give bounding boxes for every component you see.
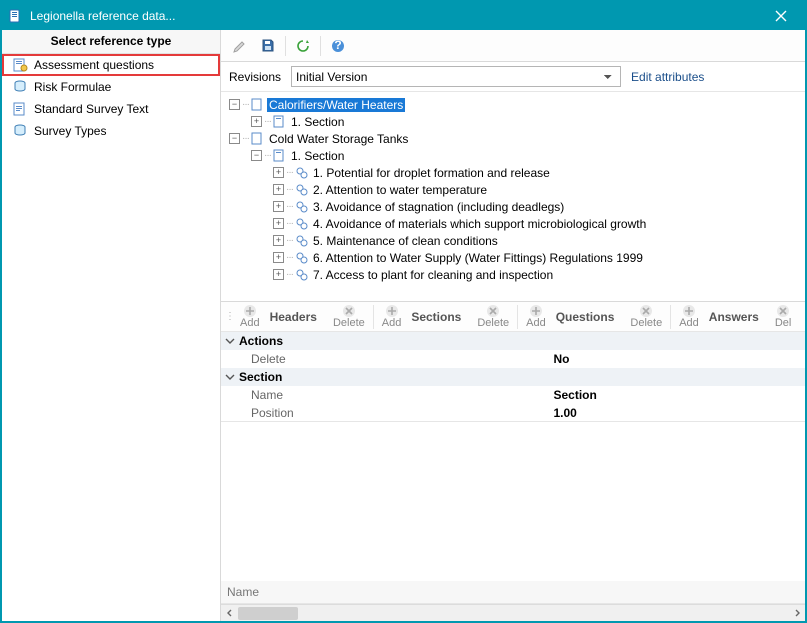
tree-view[interactable]: −···Calorifiers/Water Heaters +···1. Sec…: [221, 92, 805, 302]
collapse-icon[interactable]: −: [229, 99, 240, 110]
question-icon: [295, 166, 309, 180]
expand-icon[interactable]: +: [273, 269, 284, 280]
revisions-label: Revisions: [229, 70, 281, 84]
headers-title: Headers: [266, 310, 327, 324]
app-icon: [8, 8, 24, 24]
tree-node[interactable]: Calorifiers/Water Heaters: [267, 98, 405, 112]
tree-node[interactable]: 5. Maintenance of clean conditions: [311, 234, 500, 248]
separator: [517, 305, 518, 329]
questions-title: Questions: [552, 310, 625, 324]
scroll-track[interactable]: [238, 605, 788, 622]
collapse-icon[interactable]: −: [251, 150, 262, 161]
sidebar-item-label: Standard Survey Text: [34, 102, 149, 116]
chevron-down-icon: [225, 336, 235, 346]
scroll-thumb[interactable]: [238, 607, 298, 620]
toolbar-separator: [285, 36, 286, 56]
tree-node[interactable]: 1. Section: [289, 115, 346, 129]
bottom-grid: Name: [221, 422, 805, 621]
refresh-button[interactable]: [290, 34, 316, 58]
main-panel: ? Revisions Initial Version Edit attribu…: [221, 30, 805, 621]
command-strip: ⋮ Add Headers Delete Add Sections Delete…: [221, 302, 805, 332]
questions-icon: [12, 57, 28, 73]
expand-icon[interactable]: +: [251, 116, 262, 127]
headers-add-button[interactable]: Add: [234, 304, 266, 329]
question-icon: [295, 217, 309, 231]
grid-body[interactable]: [221, 422, 805, 581]
property-group-section[interactable]: Section: [221, 368, 805, 386]
tree-node[interactable]: 2. Attention to water temperature: [311, 183, 489, 197]
sidebar-item-risk-formulae[interactable]: Risk Formulae: [2, 76, 220, 98]
question-icon: [295, 200, 309, 214]
question-icon: [295, 234, 309, 248]
help-button[interactable]: ?: [325, 34, 351, 58]
save-button[interactable]: [255, 34, 281, 58]
sections-delete-button[interactable]: Delete: [471, 304, 515, 329]
tree-node[interactable]: 1. Potential for droplet formation and r…: [311, 166, 552, 180]
expand-icon[interactable]: +: [273, 167, 284, 178]
folder-icon: [251, 98, 265, 112]
collapse-icon[interactable]: −: [229, 133, 240, 144]
revisions-bar: Revisions Initial Version Edit attribute…: [221, 62, 805, 92]
scroll-right-icon[interactable]: [788, 605, 805, 622]
sidebar-header: Select reference type: [2, 30, 220, 54]
grid-column-header[interactable]: Name: [221, 581, 805, 604]
expand-icon[interactable]: +: [273, 235, 284, 246]
tree-node[interactable]: 3. Avoidance of stagnation (including de…: [311, 200, 566, 214]
tree-node[interactable]: 1. Section: [289, 149, 346, 163]
tree-node[interactable]: 7. Access to plant for cleaning and insp…: [311, 268, 555, 282]
questions-delete-button[interactable]: Delete: [624, 304, 668, 329]
sidebar: Select reference type Assessment questio…: [2, 30, 221, 621]
sidebar-item-assessment-questions[interactable]: Assessment questions: [2, 54, 220, 76]
sidebar-item-standard-survey-text[interactable]: Standard Survey Text: [2, 98, 220, 120]
grip-icon: ⋮: [225, 311, 234, 322]
tree-node[interactable]: 4. Avoidance of materials which support …: [311, 217, 648, 231]
tree-node[interactable]: 6. Attention to Water Supply (Water Fitt…: [311, 251, 645, 265]
expand-icon[interactable]: +: [273, 218, 284, 229]
question-icon: [295, 183, 309, 197]
separator: [373, 305, 374, 329]
edit-attributes-link[interactable]: Edit attributes: [631, 70, 704, 84]
expand-icon[interactable]: +: [273, 252, 284, 263]
property-row[interactable]: Position1.00: [221, 404, 805, 422]
titlebar: Legionella reference data...: [2, 2, 805, 30]
formula-icon: [12, 79, 28, 95]
toolbar: ?: [221, 30, 805, 62]
answers-delete-button[interactable]: Del: [769, 304, 798, 329]
sidebar-item-label: Survey Types: [34, 124, 106, 138]
sidebar-item-survey-types[interactable]: Survey Types: [2, 120, 220, 142]
folder-icon: [251, 132, 265, 146]
app-window: Legionella reference data... Select refe…: [0, 0, 807, 623]
svg-text:?: ?: [334, 38, 341, 52]
answers-title: Answers: [705, 310, 769, 324]
close-button[interactable]: [761, 3, 801, 29]
chevron-down-icon: [225, 372, 235, 382]
revisions-select[interactable]: Initial Version: [291, 66, 621, 87]
survey-types-icon: [12, 123, 28, 139]
sidebar-item-label: Assessment questions: [34, 58, 154, 72]
separator: [670, 305, 671, 329]
property-group-actions[interactable]: Actions: [221, 332, 805, 350]
property-row[interactable]: DeleteNo: [221, 350, 805, 368]
toolbar-separator: [320, 36, 321, 56]
expand-icon[interactable]: +: [273, 184, 284, 195]
tree-node[interactable]: Cold Water Storage Tanks: [267, 132, 410, 146]
scroll-left-icon[interactable]: [221, 605, 238, 622]
sidebar-item-label: Risk Formulae: [34, 80, 111, 94]
answers-add-button[interactable]: Add: [673, 304, 705, 329]
sections-add-button[interactable]: Add: [376, 304, 408, 329]
questions-add-button[interactable]: Add: [520, 304, 552, 329]
question-icon: [295, 268, 309, 282]
sections-title: Sections: [407, 310, 471, 324]
section-icon: [273, 115, 287, 129]
section-icon: [273, 149, 287, 163]
property-grid: Actions DeleteNo Section NameSection Pos…: [221, 332, 805, 422]
horizontal-scrollbar[interactable]: [221, 604, 805, 621]
edit-button[interactable]: [227, 34, 253, 58]
expand-icon[interactable]: +: [273, 201, 284, 212]
property-row[interactable]: NameSection: [221, 386, 805, 404]
survey-text-icon: [12, 101, 28, 117]
window-title: Legionella reference data...: [30, 9, 761, 23]
question-icon: [295, 251, 309, 265]
headers-delete-button[interactable]: Delete: [327, 304, 371, 329]
